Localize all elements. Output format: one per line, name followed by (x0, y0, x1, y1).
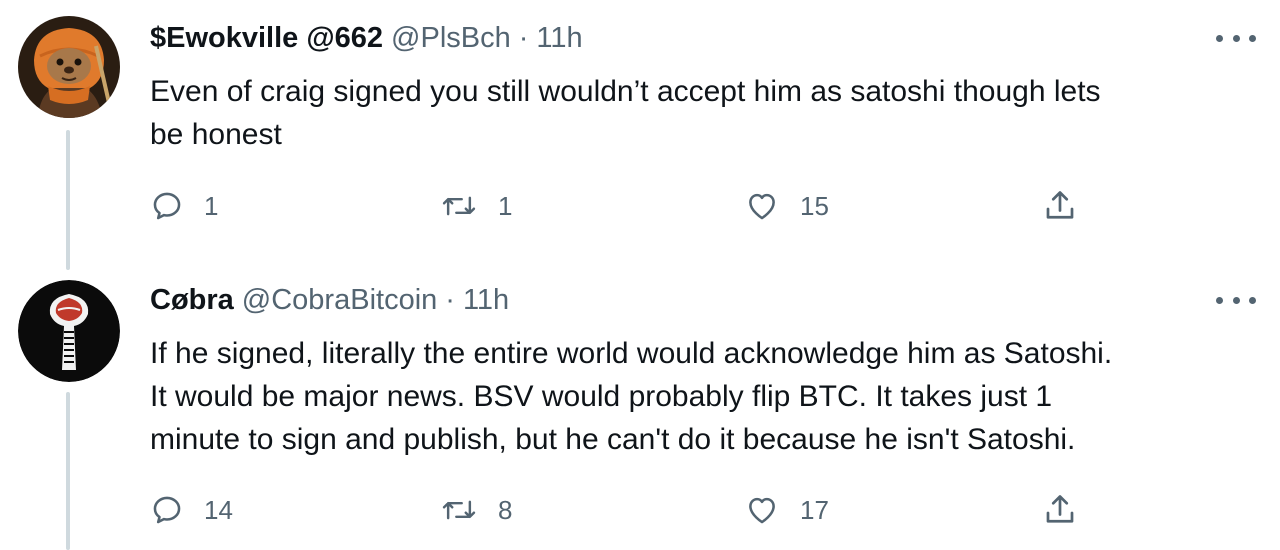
share-icon (1046, 495, 1074, 523)
retweet-count: 8 (498, 494, 513, 525)
share-button[interactable] (1042, 490, 1078, 530)
user-handle[interactable]: @PlsBch (391, 22, 511, 55)
user-handle[interactable]: @CobraBitcoin (242, 284, 437, 317)
reply-icon (153, 192, 181, 220)
timestamp[interactable]: 11h (536, 22, 582, 55)
tweet[interactable]: Cøbra @CobraBitcoin · 11h If he signed, … (0, 266, 1280, 550)
tweet-text: If he signed, literally the entire world… (150, 332, 1250, 461)
like-icon (749, 193, 775, 220)
share-icon (1046, 191, 1074, 219)
more-dot (1216, 296, 1223, 304)
reply-count: 14 (204, 494, 233, 525)
more-dot (1249, 296, 1256, 304)
ewok-avatar (18, 16, 120, 118)
like-button[interactable]: 17 (744, 490, 829, 530)
like-count: 17 (800, 494, 829, 525)
tweet-text-line: minute to sign and publish, but he can't… (150, 423, 1076, 456)
display-name[interactable]: Cøbra (150, 284, 234, 317)
more-dot (1249, 34, 1256, 42)
cobra-avatar (18, 280, 120, 382)
retweet-button[interactable]: 1 (440, 186, 512, 226)
avatar[interactable] (18, 16, 120, 118)
display-name[interactable]: $Ewokville @662 (150, 22, 383, 55)
tweet-text-line: If he signed, literally the entire world… (150, 337, 1113, 370)
timestamp[interactable]: 11h (463, 284, 509, 317)
retweet-icon (442, 196, 476, 216)
tweet-header: Cøbra @CobraBitcoin · 11h (150, 282, 509, 318)
reply-button[interactable]: 1 (150, 186, 218, 226)
tweet-actions: 1 1 15 (150, 186, 1080, 226)
tweet[interactable]: $Ewokville @662 @PlsBch · 11h Even of cr… (0, 0, 1280, 260)
more-options-icon[interactable] (1216, 20, 1256, 56)
reply-icon (153, 496, 181, 524)
header-separator: · (445, 283, 455, 316)
avatar[interactable] (18, 280, 120, 382)
share-button[interactable] (1042, 186, 1078, 226)
like-count: 15 (800, 190, 829, 221)
tweet-text-line: Even of craig signed you still wouldn’t … (150, 75, 1101, 108)
tweet-header: $Ewokville @662 @PlsBch · 11h (150, 20, 583, 56)
like-button[interactable]: 15 (744, 186, 829, 226)
retweet-icon (442, 500, 476, 520)
reply-count: 1 (204, 190, 219, 221)
more-dot (1232, 296, 1240, 304)
tweet-text-line: be honest (150, 118, 282, 151)
retweet-button[interactable]: 8 (440, 490, 512, 530)
more-dot (1216, 34, 1223, 42)
reply-button[interactable]: 14 (150, 490, 233, 530)
retweet-count: 1 (498, 190, 513, 221)
like-icon (749, 497, 775, 524)
header-separator: · (518, 21, 529, 54)
tweet-text-line: It would be major news. BSV would probab… (150, 380, 1053, 413)
more-options-icon[interactable] (1216, 282, 1256, 318)
tweet-text: Even of craig signed you still wouldn’t … (150, 70, 1250, 156)
tweet-actions: 14 8 17 (150, 490, 1080, 530)
more-dot (1232, 34, 1240, 42)
